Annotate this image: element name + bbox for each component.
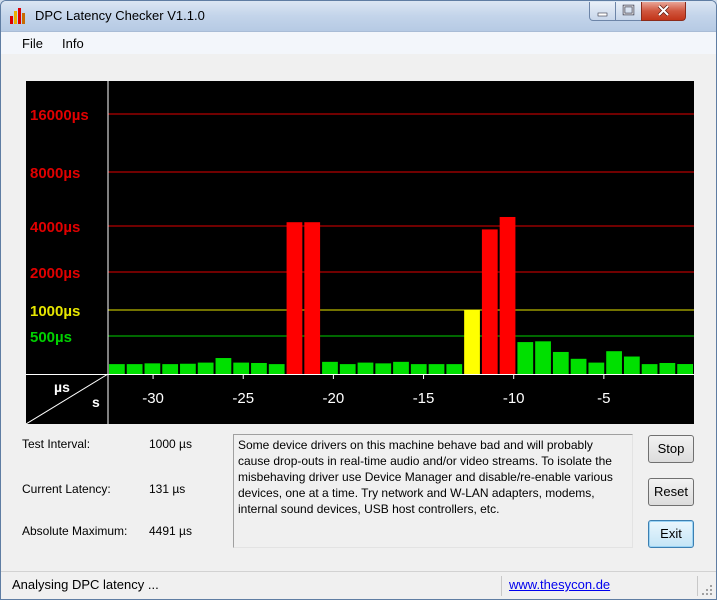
status-separator-right xyxy=(697,576,698,596)
exit-button[interactable]: Exit xyxy=(648,520,694,548)
latency-bar xyxy=(410,364,427,374)
latency-bar xyxy=(659,362,676,374)
window-title: DPC Latency Checker V1.1.0 xyxy=(35,8,205,23)
y-tick-label: 16000µs xyxy=(30,107,89,124)
latency-bar xyxy=(606,351,622,374)
absolute-maximum-label: Absolute Maximum: xyxy=(22,524,128,538)
latency-bar xyxy=(268,364,285,374)
absolute-maximum-value: 4491 µs xyxy=(149,524,192,538)
latency-bar xyxy=(464,310,480,374)
status-separator xyxy=(501,576,502,596)
minimize-button[interactable] xyxy=(589,2,616,21)
latency-bar xyxy=(588,362,605,374)
latency-bar xyxy=(552,351,569,374)
current-latency-value: 131 µs xyxy=(149,482,186,496)
latency-bar xyxy=(251,362,267,374)
latency-bar xyxy=(109,364,125,374)
latency-bar xyxy=(322,361,338,374)
x-tick-label: -5 xyxy=(597,390,610,407)
latency-bar xyxy=(126,364,143,374)
minimize-icon xyxy=(597,12,608,17)
y-tick-label: 500µs xyxy=(30,329,72,346)
menu-info[interactable]: Info xyxy=(62,36,84,51)
latency-bar xyxy=(339,364,356,374)
current-latency-label: Current Latency: xyxy=(22,482,111,496)
maximize-button[interactable] xyxy=(615,2,642,21)
latency-chart-svg: 16000µs 8000µs 4000µs 2000µs 1000µs 500µs µs s -… xyxy=(26,81,694,424)
message-box: Some device drivers on this machine beha… xyxy=(233,434,633,548)
latency-bar xyxy=(286,222,303,374)
latency-bar xyxy=(393,361,409,374)
latency-bar xyxy=(517,342,534,374)
maximize-icon xyxy=(622,4,635,16)
x-tick-label: -10 xyxy=(503,390,525,407)
menu-bar: File Info xyxy=(1,32,716,54)
app-window: DPC Latency Checker V1.1.0 File Info 160… xyxy=(0,0,717,600)
y-tick-label: 1000µs xyxy=(30,303,80,320)
bar-chart-icon xyxy=(10,8,25,24)
latency-bar xyxy=(499,216,516,374)
latency-bar xyxy=(481,229,498,374)
latency-bar xyxy=(233,362,250,374)
website-link[interactable]: www.thesycon.de xyxy=(509,577,610,592)
latency-bar xyxy=(535,341,551,374)
x-tick-label: -25 xyxy=(232,390,254,407)
test-interval-value: 1000 µs xyxy=(149,437,192,451)
latency-bar xyxy=(197,362,214,374)
reset-button[interactable]: Reset xyxy=(648,478,694,506)
menu-file[interactable]: File xyxy=(22,36,43,51)
status-bar: Analysing DPC latency ... www.thesycon.d… xyxy=(1,571,716,599)
latency-bar xyxy=(180,363,196,374)
latency-bar xyxy=(215,358,232,374)
y-axis-unit-label: µs xyxy=(54,379,70,395)
latency-bar xyxy=(162,364,179,374)
x-tick-label: -20 xyxy=(323,390,345,407)
latency-bar xyxy=(357,362,374,374)
latency-bar xyxy=(641,364,658,374)
close-icon xyxy=(657,4,670,17)
y-tick-label: 4000µs xyxy=(30,219,80,236)
resize-grip-icon[interactable] xyxy=(701,584,713,596)
latency-bar xyxy=(428,364,445,374)
latency-bar xyxy=(304,222,321,374)
close-button[interactable] xyxy=(641,2,686,21)
y-tick-label: 8000µs xyxy=(30,165,80,182)
status-text: Analysing DPC latency ... xyxy=(12,577,159,592)
latency-bar xyxy=(446,364,463,374)
latency-bar xyxy=(570,358,587,374)
latency-bar xyxy=(144,363,161,374)
latency-bar xyxy=(677,364,693,374)
test-interval-label: Test Interval: xyxy=(22,437,91,451)
x-tick-label: -30 xyxy=(142,390,164,407)
latency-chart: 16000µs 8000µs 4000µs 2000µs 1000µs 500µs µs s -… xyxy=(26,81,694,424)
latency-bar xyxy=(623,356,640,374)
x-tick-label: -15 xyxy=(413,390,435,407)
y-tick-label: 2000µs xyxy=(30,265,80,282)
x-axis-unit-label: s xyxy=(92,394,100,410)
title-bar[interactable]: DPC Latency Checker V1.1.0 xyxy=(1,1,716,32)
stop-button[interactable]: Stop xyxy=(648,435,694,463)
latency-bar xyxy=(375,363,392,374)
